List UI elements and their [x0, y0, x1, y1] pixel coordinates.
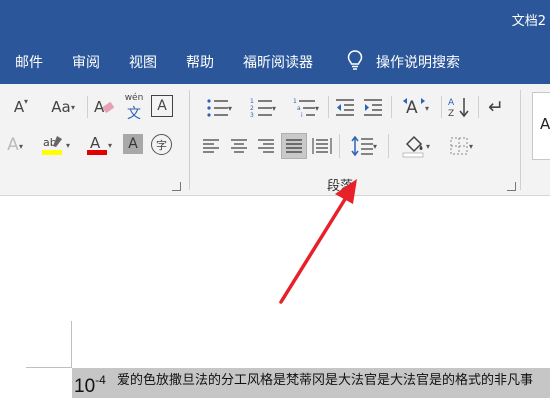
font-size-icon: A [13, 98, 25, 116]
tab-view[interactable]: 视图 [129, 52, 157, 72]
ribbon-tabs: 邮件 审阅 视图 帮助 福昕阅读器 操作说明搜索 [0, 38, 550, 84]
align-right-button[interactable] [254, 134, 278, 158]
phonetic-guide-pinyin: wén [124, 93, 144, 103]
document-body-text: 爱的色放撒旦法的分工风格是梵蒂冈是大法官是大法官是的格式的非凡事 [117, 373, 534, 388]
bullets-button[interactable]: ▾ [198, 96, 238, 120]
tell-me-search[interactable]: 操作说明搜索 [376, 52, 460, 72]
svg-text:a: a [297, 105, 301, 112]
svg-text:A: A [90, 134, 101, 152]
tab-review[interactable]: 审阅 [72, 52, 100, 72]
text-effects-button[interactable]: A ▾ [0, 134, 26, 156]
decrease-indent-icon [336, 99, 354, 116]
phonetic-guide-icon: 文 [127, 106, 141, 122]
tab-mailings[interactable]: 邮件 [15, 52, 43, 72]
multilevel-list-button[interactable]: 1 a i ▾ [285, 96, 325, 120]
highlight-color-button[interactable]: ab ▾ [34, 132, 74, 158]
align-center-button[interactable] [227, 134, 251, 158]
svg-text:A: A [448, 98, 455, 108]
increase-indent-button[interactable] [361, 96, 385, 120]
title-bar: 文档2 [0, 0, 550, 38]
character-shading-button[interactable]: A [123, 134, 143, 154]
lightbulb-icon[interactable] [346, 49, 364, 71]
shrink-font-button[interactable]: A ▾ [8, 96, 30, 118]
window-title: 文档2 [511, 14, 546, 29]
svg-text:i: i [301, 112, 303, 119]
paint-bucket-icon [402, 135, 424, 158]
distributed-button[interactable] [310, 134, 334, 158]
phonetic-guide-button[interactable]: wén 文 [123, 93, 145, 122]
highlighter-icon: ab [42, 136, 62, 155]
bullets-icon [207, 99, 228, 117]
justify-icon [286, 139, 302, 153]
style-preview: A [540, 115, 550, 133]
numbering-icon: 1 2 3 [250, 98, 272, 119]
svg-text:2: 2 [250, 105, 254, 112]
align-center-icon [231, 139, 247, 153]
paragraph-group-label: 段落 [327, 179, 354, 194]
svg-text:Z: Z [448, 109, 454, 119]
power-expression: 10-4 [74, 373, 106, 398]
increase-indent-icon [364, 99, 382, 116]
chinese-layout-icon: A [403, 98, 425, 118]
svg-text:A: A [406, 98, 418, 118]
font-color-icon: A [87, 134, 107, 155]
tab-help[interactable]: 帮助 [186, 52, 214, 72]
clear-formatting-icon: A [94, 98, 114, 116]
sort-button[interactable]: A Z [446, 94, 472, 120]
crop-mark-horizontal [26, 367, 72, 368]
ribbon: A ▾ Aa ▾ A wén 文 A A ▾ ab ▾ A ▾ A 字 ▾ 1 … [0, 84, 550, 196]
enclose-characters-button[interactable]: 字 [151, 134, 172, 155]
clear-formatting-button[interactable]: A [92, 95, 116, 119]
character-shading-icon: A [128, 136, 138, 152]
align-left-icon [203, 139, 219, 153]
paragraph-dialog-launcher[interactable] [507, 182, 516, 191]
svg-text:1: 1 [250, 98, 254, 105]
font-color-button[interactable]: A ▾ [80, 132, 116, 158]
base-text: 10 [74, 376, 96, 397]
exponent-text: -4 [95, 373, 106, 387]
distributed-icon [312, 138, 332, 154]
tab-foxit-reader[interactable]: 福昕阅读器 [243, 52, 313, 72]
styles-gallery[interactable]: A [532, 92, 550, 160]
line-spacing-button[interactable]: ▾ [344, 133, 382, 159]
line-spacing-icon [351, 135, 373, 157]
align-left-button[interactable] [199, 134, 223, 158]
paragraph-mark-icon: ↵ [488, 96, 504, 118]
document-canvas[interactable]: 10-4 爱的色放撒旦法的分工风格是梵蒂冈是大法官是大法官是的格式的非凡事 [0, 197, 550, 400]
borders-icon [450, 137, 468, 155]
character-border-icon: A [157, 98, 167, 114]
change-case-button[interactable]: Aa ▾ [44, 96, 78, 118]
change-case-icon: Aa [51, 98, 71, 116]
font-dialog-launcher[interactable] [172, 182, 181, 191]
align-right-icon [258, 139, 274, 153]
character-border-button[interactable]: A [151, 95, 173, 117]
text-effects-icon: A [7, 135, 19, 155]
show-hide-marks-button[interactable]: ↵ [483, 94, 509, 120]
crop-mark-vertical [71, 321, 72, 367]
justify-button[interactable] [281, 133, 307, 159]
chinese-layout-button[interactable]: A ▾ [396, 94, 432, 120]
multilevel-list-icon: 1 a i [293, 98, 315, 119]
enclose-characters-icon: 字 [156, 138, 167, 152]
svg-text:3: 3 [250, 112, 254, 119]
sort-icon: A Z [448, 98, 469, 119]
shading-button[interactable]: ▾ [394, 132, 434, 160]
svg-text:1: 1 [293, 98, 297, 105]
borders-button[interactable]: ▾ [440, 134, 478, 158]
decrease-indent-button[interactable] [333, 96, 357, 120]
numbering-button[interactable]: 1 2 3 ▾ [242, 96, 282, 120]
